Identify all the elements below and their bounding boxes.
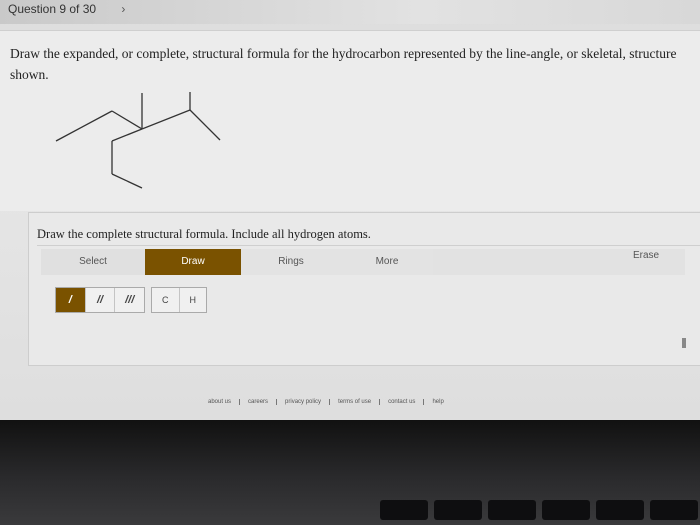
double-bond-button[interactable]: // (86, 288, 116, 312)
key (380, 500, 428, 520)
footer-link-contact[interactable]: contact us (380, 399, 425, 405)
keyboard-row (380, 500, 700, 520)
drawing-toolbar: Select Draw Rings More Erase (41, 247, 700, 275)
skeletal-structure (55, 92, 221, 189)
key (650, 500, 698, 520)
screen: Question 9 of 30 › Draw the expanded, or… (0, 0, 700, 420)
single-bond-button[interactable]: / (56, 288, 86, 312)
key (542, 500, 590, 520)
draw-instruction: Draw the complete structural formula. In… (37, 227, 371, 241)
footer-links: about us careers privacy policy terms of… (200, 395, 520, 409)
hydrogen-atom-button[interactable]: H (180, 288, 207, 312)
tab-more[interactable]: More (341, 249, 433, 275)
footer-link-help[interactable]: help (424, 399, 451, 405)
footer-link-careers[interactable]: careers (240, 399, 278, 405)
atom-tool-group: C H (151, 287, 207, 313)
tab-select[interactable]: Select (41, 249, 145, 275)
footer-link-terms[interactable]: terms of use (330, 399, 381, 405)
bond (141, 109, 191, 130)
tab-draw[interactable]: Draw (145, 249, 241, 275)
scrollbar[interactable] (682, 338, 686, 348)
bond (111, 110, 143, 130)
drawing-panel: Draw the complete structural formula. In… (28, 212, 700, 366)
bond (111, 128, 143, 142)
bond (189, 109, 221, 141)
triple-bond-button[interactable]: /// (115, 288, 144, 312)
bond (111, 173, 143, 189)
key (434, 500, 482, 520)
erase-button[interactable]: Erase (607, 243, 685, 269)
footer-link-about[interactable]: about us (200, 399, 241, 405)
carbon-atom-button[interactable]: C (152, 288, 180, 312)
tab-rings[interactable]: Rings (241, 249, 341, 275)
bond (55, 110, 113, 142)
divider (37, 245, 700, 246)
key (596, 500, 644, 520)
key (488, 500, 536, 520)
bond-tool-group: / // /// (55, 287, 145, 313)
footer-link-privacy[interactable]: privacy policy (277, 399, 331, 405)
